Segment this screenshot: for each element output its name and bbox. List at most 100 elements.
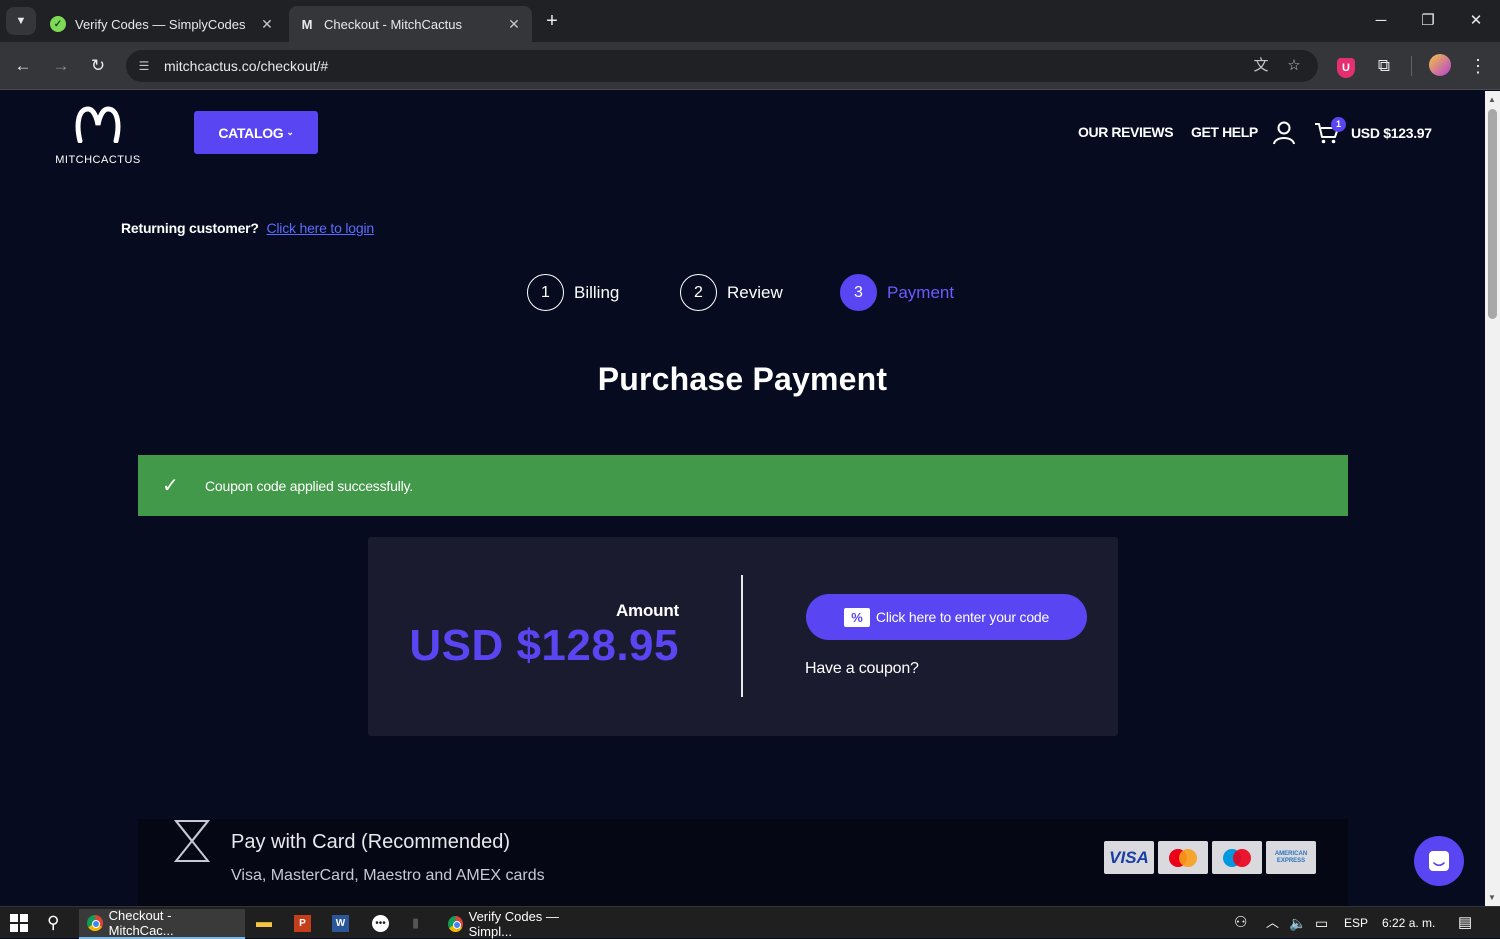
- step-number: 3: [840, 274, 877, 311]
- new-tab-plus-icon[interactable]: +: [540, 10, 564, 34]
- payment-summary-panel: Amount USD $128.95 % Click here to enter…: [368, 537, 1118, 736]
- simplycodes-favicon-icon: ✓: [50, 16, 66, 32]
- tab-close-icon[interactable]: ✕: [259, 16, 275, 33]
- card-option-title: Pay with Card (Recommended): [231, 831, 510, 853]
- cart-count-badge: 1: [1331, 117, 1346, 132]
- step-billing[interactable]: 1 Billing: [527, 274, 619, 311]
- visa-icon: VISA: [1104, 841, 1154, 874]
- cart-total[interactable]: USD $123.97: [1351, 125, 1432, 141]
- card-brands: VISA AMERICAN EXPRESS: [1104, 841, 1320, 874]
- logo-m-icon: [52, 105, 144, 150]
- search-icon[interactable]: ⚲: [47, 907, 59, 939]
- site-logo[interactable]: MITCHCACTUS: [52, 105, 144, 166]
- toolbar-divider: [1411, 56, 1412, 76]
- logo-wordmark: MITCHCACTUS: [55, 154, 141, 166]
- step-label: Payment: [887, 282, 955, 302]
- mitchcactus-favicon-icon: M: [301, 16, 313, 32]
- catalog-label: CATALOG: [218, 124, 284, 141]
- coupon-prompt: Have a coupon?: [805, 660, 919, 677]
- login-link[interactable]: Click here to login: [266, 220, 374, 236]
- bookmark-star-icon[interactable]: ☆: [1283, 55, 1305, 77]
- windows-taskbar: ⚲ Checkout - MitchCac... ▬ P W ••• ▮ Ver…: [0, 906, 1500, 939]
- amex-icon: AMERICAN EXPRESS: [1266, 841, 1316, 874]
- taskbar-app-title: Verify Codes — Simpl...: [468, 909, 559, 939]
- mastercard-icon: [1158, 841, 1208, 874]
- file-explorer-icon[interactable]: ▬: [256, 907, 272, 939]
- success-notice: ✓ Coupon code applied successfully.: [138, 455, 1348, 516]
- taskbar-app-title: Checkout - MitchCac...: [108, 908, 174, 938]
- step-review[interactable]: 2 Review: [680, 274, 783, 311]
- profile-avatar[interactable]: [1428, 54, 1452, 78]
- tab-verify-codes[interactable]: ✓ Verify Codes — SimplyCodes ✕: [40, 6, 285, 42]
- scrollbar-thumb[interactable]: [1488, 109, 1497, 319]
- panel-divider: [741, 575, 743, 697]
- clock[interactable]: 6:22 a. m.: [1382, 907, 1435, 939]
- checkout-page: MITCHCACTUS CATALOG ⌄ OUR REVIEWS GET HE…: [0, 91, 1485, 906]
- nav-get-help[interactable]: GET HELP: [1191, 124, 1258, 140]
- tab-title: Checkout - MitchCactus: [324, 16, 462, 32]
- tab-search-chevron-icon[interactable]: ▼: [6, 7, 36, 35]
- account-user-icon[interactable]: [1273, 121, 1295, 145]
- page-scrollbar[interactable]: ▲ ▼: [1485, 91, 1500, 906]
- pay-with-card-option[interactable]: Pay with Card (Recommended) Visa, Master…: [138, 819, 1348, 906]
- back-arrow-icon[interactable]: ←: [11, 54, 35, 78]
- volume-icon[interactable]: 🔈: [1289, 907, 1306, 939]
- word-icon[interactable]: W: [332, 907, 349, 939]
- step-number: 2: [680, 274, 717, 311]
- app-circle-icon[interactable]: •••: [372, 907, 389, 939]
- returning-customer: Returning customer? Click here to login: [121, 220, 374, 236]
- browser-menu-icon[interactable]: ⋮: [1466, 54, 1490, 78]
- scroll-down-icon[interactable]: ▼: [1488, 893, 1496, 902]
- returning-label: Returning customer?: [121, 220, 259, 236]
- tray-chevron-up-icon[interactable]: ︿: [1266, 907, 1279, 939]
- forward-arrow-icon[interactable]: →: [49, 54, 73, 78]
- maestro-icon: [1212, 841, 1262, 874]
- powerpoint-icon[interactable]: P: [294, 907, 311, 939]
- reload-icon[interactable]: ↻: [86, 54, 110, 78]
- windows-start-icon[interactable]: [10, 907, 28, 939]
- tab-checkout[interactable]: M Checkout - MitchCactus ✕: [289, 6, 532, 42]
- chat-icon: [1429, 851, 1449, 871]
- minimize-icon[interactable]: ─: [1366, 8, 1396, 34]
- payment-x-logo-icon: [173, 819, 211, 863]
- step-label: Billing: [574, 282, 620, 302]
- nav-our-reviews[interactable]: OUR REVIEWS: [1078, 124, 1174, 140]
- notice-text: Coupon code applied successfully.: [205, 477, 413, 494]
- checkmark-icon: ✓: [162, 475, 179, 497]
- close-window-icon[interactable]: ✕: [1461, 8, 1491, 34]
- people-icon[interactable]: ⚇: [1234, 907, 1247, 939]
- translate-icon[interactable]: 文: [1250, 55, 1272, 77]
- site-info-icon[interactable]: ☰: [134, 56, 154, 76]
- taskbar-chrome-checkout[interactable]: Checkout - MitchCac...: [79, 908, 245, 939]
- enter-coupon-button[interactable]: % Click here to enter your code: [806, 594, 1087, 640]
- chrome-icon: [448, 916, 463, 932]
- chevron-down-icon: ⌄: [286, 127, 294, 137]
- step-label: Review: [727, 282, 783, 302]
- browser-toolbar: ← → ↻ ☰ mitchcactus.co/checkout/# 文 ☆ U …: [0, 42, 1500, 90]
- notifications-icon[interactable]: ▤: [1458, 907, 1472, 939]
- amount-label: Amount: [615, 601, 679, 620]
- scroll-up-icon[interactable]: ▲: [1488, 95, 1496, 104]
- language-indicator[interactable]: ESP: [1344, 907, 1368, 939]
- tab-close-icon[interactable]: ✕: [506, 16, 522, 33]
- chat-support-button[interactable]: [1414, 836, 1464, 886]
- coupon-button-label: Click here to enter your code: [875, 609, 1050, 625]
- catalog-button[interactable]: CATALOG ⌄: [194, 111, 318, 154]
- restore-icon[interactable]: ❐: [1413, 8, 1443, 34]
- app-pinned-icon[interactable]: ▮: [412, 907, 419, 939]
- address-bar[interactable]: ☰ mitchcactus.co/checkout/# 文 ☆: [126, 50, 1318, 82]
- chrome-icon: [87, 915, 103, 931]
- page-title: Purchase Payment: [597, 361, 888, 397]
- url-text: mitchcactus.co/checkout/#: [164, 58, 329, 74]
- taskbar-chrome-verify-codes[interactable]: Verify Codes — Simpl...: [440, 909, 602, 939]
- amount-value: USD $128.95: [409, 621, 679, 670]
- tab-title: Verify Codes — SimplyCodes: [75, 16, 246, 32]
- extensions-puzzle-icon[interactable]: ⧉: [1372, 54, 1396, 78]
- browser-tabbar: ▼ ✓ Verify Codes — SimplyCodes ✕ M Check…: [0, 0, 1500, 42]
- ublock-shield-icon[interactable]: U: [1334, 54, 1358, 78]
- network-icon[interactable]: ▭: [1315, 907, 1328, 939]
- step-payment[interactable]: 3 Payment: [840, 274, 954, 311]
- card-option-subtitle: Visa, MasterCard, Maestro and AMEX cards: [231, 867, 545, 884]
- step-number: 1: [527, 274, 564, 311]
- coupon-percent-icon: %: [843, 607, 870, 627]
